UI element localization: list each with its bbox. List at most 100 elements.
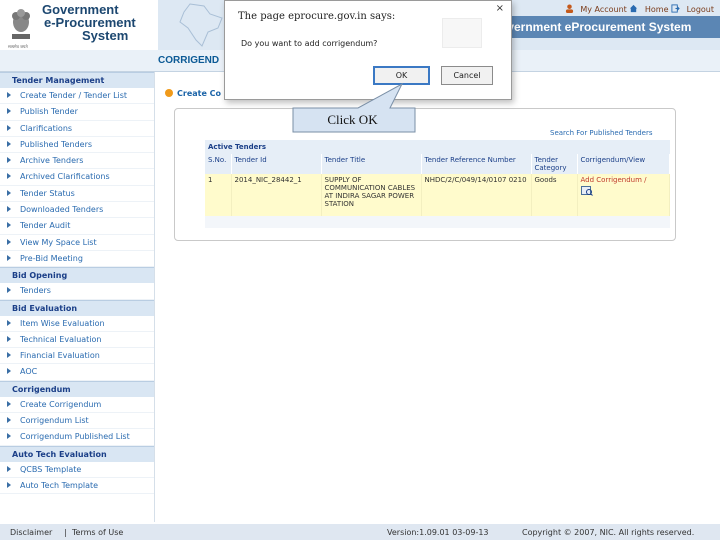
view-details-icon[interactable] — [580, 186, 593, 196]
sidebar-item[interactable]: Archive Tenders — [0, 153, 154, 170]
chevron-right-icon — [7, 108, 11, 115]
cell-sno: 1 — [205, 174, 232, 216]
terms-of-use-link[interactable]: Terms of Use — [72, 528, 123, 537]
cancel-button[interactable]: Cancel — [441, 66, 493, 85]
callout-text: Click OK — [327, 112, 378, 127]
cell-category: Goods — [531, 174, 578, 216]
close-icon[interactable]: × — [496, 3, 504, 14]
chevron-right-icon — [7, 124, 11, 131]
chevron-right-icon — [7, 173, 11, 180]
home-icon — [630, 4, 638, 13]
sidebar-item[interactable]: Tender Status — [0, 186, 154, 203]
table-title-row: Active Tenders — [205, 140, 670, 154]
chevron-right-icon — [7, 287, 11, 294]
sidebar-item[interactable]: Tenders — [0, 283, 154, 300]
my-account-link[interactable]: My Account — [580, 5, 626, 14]
col-header-reference: Tender Reference Number — [421, 154, 532, 174]
chevron-right-icon — [7, 433, 11, 440]
sidebar-item[interactable]: Create Tender / Tender List — [0, 88, 154, 105]
sidebar-section-header: Auto Tech Evaluation — [0, 445, 154, 462]
sidebar-item[interactable]: Publish Tender — [0, 104, 154, 121]
dialog-title: The page eprocure.gov.in says: — [238, 11, 396, 22]
sidebar-item-label: Clarifications — [20, 123, 73, 133]
chevron-right-icon — [7, 319, 11, 326]
sidebar-item-label: QCBS Template — [20, 464, 82, 474]
sidebar-item[interactable]: Create Corrigendum — [0, 397, 154, 414]
sidebar-item-label: Corrigendum Published List — [20, 432, 130, 442]
sidebar-item[interactable]: Pre-Bid Meeting — [0, 251, 154, 268]
chevron-right-icon — [7, 335, 11, 342]
col-header-tender-id: Tender Id — [231, 154, 322, 174]
sidebar-item[interactable]: Auto Tech Template — [0, 478, 154, 495]
home-link[interactable]: Home — [645, 5, 669, 14]
table-header-row: S.No. Tender Id Tender Title Tender Refe… — [205, 154, 670, 174]
add-corrigendum-link[interactable]: Add Corrigendum / — [581, 176, 647, 184]
sidebar-item[interactable]: QCBS Template — [0, 462, 154, 478]
brand-logo-text[interactable]: Government e-Procurement System — [42, 3, 136, 42]
sidebar-item[interactable]: View My Space List — [0, 235, 154, 251]
chevron-right-icon — [7, 206, 11, 213]
sidebar-section-header: Corrigendum — [0, 380, 154, 397]
chevron-right-icon — [7, 222, 11, 229]
disclaimer-link[interactable]: Disclaimer — [10, 528, 52, 537]
cell-tender-id: 2014_NIC_28442_1 — [231, 174, 322, 216]
sidebar-item[interactable]: AOC — [0, 364, 154, 381]
logo-area: सत्यमेव जयते Government e-Procurement Sy… — [0, 0, 158, 50]
copyright-text: Copyright © 2007, NIC. All rights reserv… — [522, 528, 695, 537]
sidebar-item[interactable]: Published Tenders — [0, 137, 154, 154]
click-ok-callout — [292, 82, 416, 133]
page-footer: Disclaimer | Terms of Use Version:1.09.0… — [0, 524, 720, 540]
sidebar-item[interactable]: Corrigendum Published List — [0, 429, 154, 446]
sidebar-item[interactable]: Technical Evaluation — [0, 332, 154, 349]
sidebar-item-label: Corrigendum List — [20, 416, 89, 426]
sidebar-item-label: Item Wise Evaluation — [20, 318, 105, 328]
sidebar-item[interactable]: Archived Clarifications — [0, 169, 154, 186]
cell-tender-title: SUPPLY OF COMMUNICATION CABLES AT INDIRA… — [321, 174, 422, 216]
sidebar-item-label: Tender Status — [20, 188, 75, 198]
sidebar-item-label: Pre-Bid Meeting — [20, 253, 83, 263]
col-header-tender-title: Tender Title — [321, 154, 422, 174]
chevron-right-icon — [7, 481, 11, 488]
sidebar-item-label: View My Space List — [20, 237, 97, 247]
sidebar-item-label: Create Tender / Tender List — [20, 91, 128, 100]
sidebar-nav: Tender Management Create Tender / Tender … — [0, 72, 155, 522]
sidebar-item-label: Tenders — [20, 286, 51, 296]
sidebar-item-label: Publish Tender — [20, 107, 78, 117]
dialog-message: Do you want to add corrigendum? — [241, 39, 378, 48]
col-header-sno: S.No. — [205, 154, 232, 174]
chevron-right-icon — [7, 254, 11, 261]
sidebar-item[interactable]: Corrigendum List — [0, 413, 154, 430]
sidebar-item-label: Tender Audit — [20, 221, 71, 231]
sidebar-section-header: Bid Opening — [0, 267, 154, 284]
chevron-right-icon — [7, 368, 11, 375]
version-text: Version:1.09.01 03-09-13 — [387, 528, 489, 537]
chevron-right-icon — [7, 140, 11, 147]
sidebar-section-header: Bid Evaluation — [0, 299, 154, 316]
sidebar-item-label: Auto Tech Template — [20, 480, 99, 490]
india-map-watermark — [179, 3, 223, 47]
national-emblem-icon — [12, 9, 30, 39]
sidebar-item-label: Archive Tenders — [20, 156, 84, 166]
sidebar-item[interactable]: Financial Evaluation — [0, 348, 154, 365]
table-title: Active Tenders — [205, 140, 670, 154]
chevron-right-icon — [7, 238, 11, 245]
sidebar-item[interactable]: Clarifications — [0, 121, 154, 137]
system-title: overnment eProcurement System — [500, 20, 692, 34]
active-tenders-table: Active Tenders S.No. Tender Id Tender Ti… — [205, 140, 670, 228]
sidebar-item[interactable]: Downloaded Tenders — [0, 202, 154, 219]
page-title: CORRIGEND — [158, 55, 220, 66]
logout-icon — [671, 4, 680, 13]
logout-link[interactable]: Logout — [687, 5, 714, 14]
search-published-tenders-link[interactable]: Search For Published Tenders — [550, 129, 652, 137]
sidebar-item[interactable]: Tender Audit — [0, 218, 154, 235]
sidebar-item-label: Downloaded Tenders — [20, 205, 104, 215]
sidebar-item[interactable]: Item Wise Evaluation — [0, 316, 154, 332]
chevron-right-icon — [7, 465, 11, 472]
col-header-category: Tender Category — [531, 154, 578, 174]
footer-separator: | — [64, 528, 67, 537]
table-spacer — [205, 216, 670, 228]
chevron-right-icon — [7, 352, 11, 359]
user-icon — [565, 4, 573, 13]
chevron-right-icon — [7, 189, 11, 196]
sidebar-item-label: Financial Evaluation — [20, 351, 100, 361]
